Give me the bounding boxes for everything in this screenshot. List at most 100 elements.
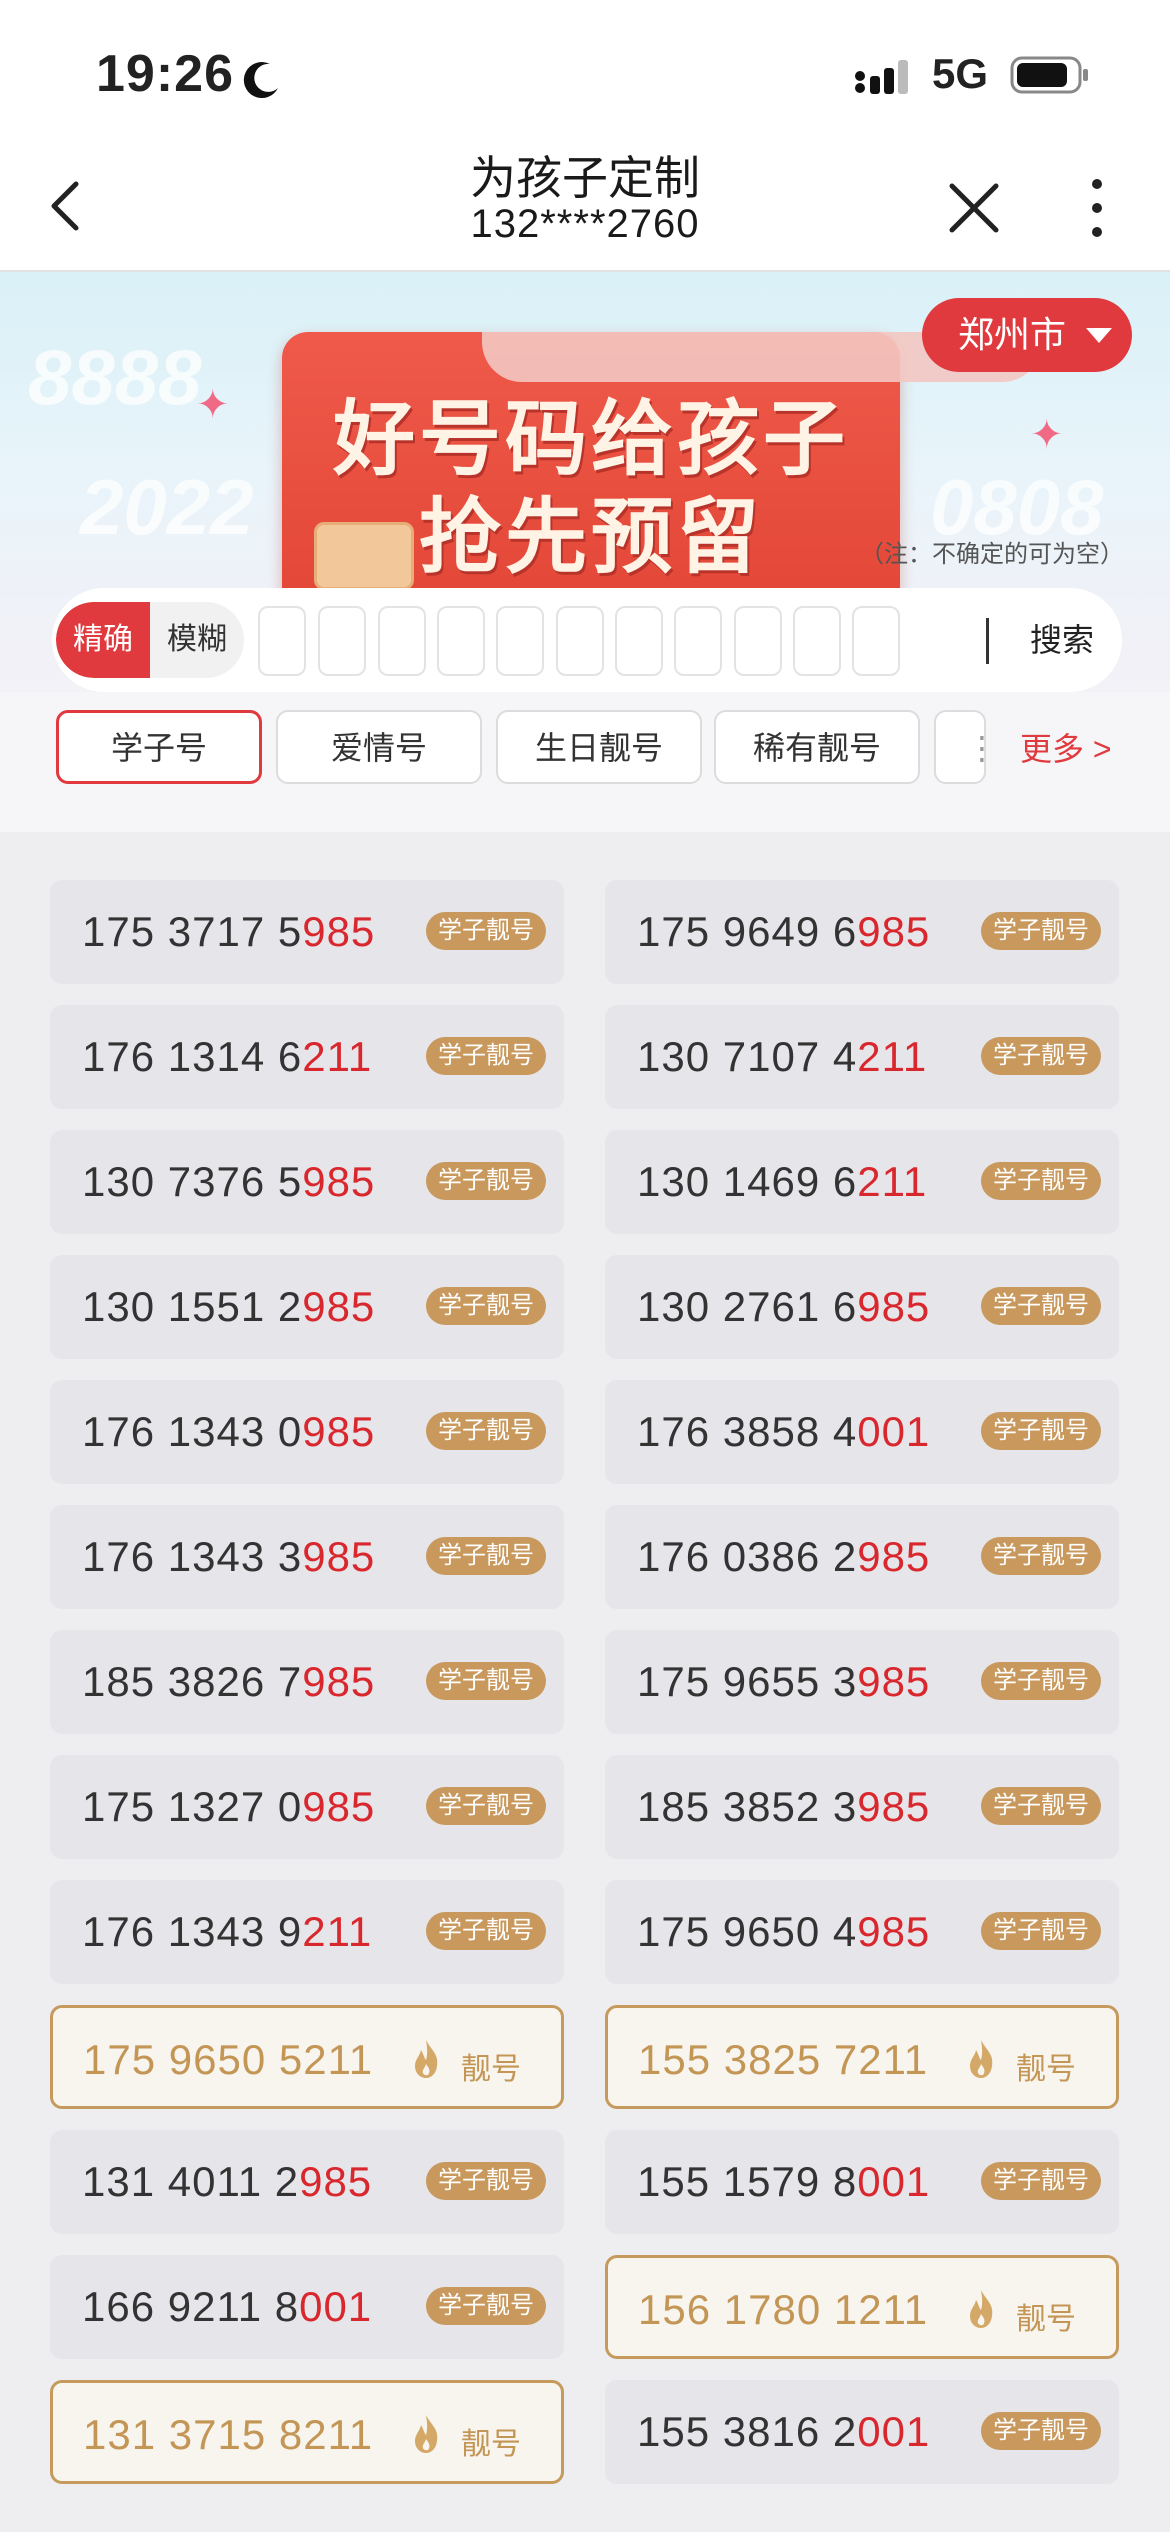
sparkle-icon: ✦ — [1030, 413, 1064, 457]
phone-number: 176 3858 4001 — [637, 1380, 930, 1484]
number-item[interactable]: 176 0386 2985 学子靓号 — [605, 1505, 1119, 1609]
number-highlight: 211 — [857, 1033, 928, 1080]
number-prefix: 175 9655 3 — [637, 1658, 858, 1705]
battery-icon — [1010, 56, 1088, 94]
phone-number: 155 1579 8001 — [637, 2130, 930, 2234]
student-badge: 学子靓号 — [426, 1287, 546, 1325]
flame-icon — [970, 2290, 993, 2328]
number-item[interactable]: 176 1343 3985 学子靓号 — [50, 1505, 564, 1609]
premium-number-item[interactable]: 175 9650 5211 靓号 — [50, 2005, 564, 2109]
digit-input[interactable] — [258, 606, 306, 676]
search-button[interactable]: 搜索 — [1012, 588, 1112, 692]
number-prefix: 175 9650 4 — [637, 1908, 858, 1955]
digit-input[interactable] — [674, 606, 722, 676]
number-item[interactable]: 130 7107 4211 学子靓号 — [605, 1005, 1119, 1109]
phone-number: 131 3715 8211 — [83, 2383, 373, 2487]
sim-chip-icon — [314, 522, 414, 590]
number-highlight: 985 — [299, 2158, 373, 2205]
number-prefix: 155 3825 7211 — [638, 2036, 929, 2083]
moon-icon — [243, 62, 278, 99]
premium-number-item[interactable]: 155 3825 7211 靓号 — [605, 2005, 1119, 2109]
number-item[interactable]: 176 1343 9211 学子靓号 — [50, 1880, 564, 1984]
number-item[interactable]: 130 1469 6211 学子靓号 — [605, 1130, 1119, 1234]
digit-input[interactable] — [496, 606, 544, 676]
status-time: 19:26 — [96, 45, 234, 103]
number-highlight: 985 — [857, 1533, 931, 1580]
search-divider — [986, 618, 989, 664]
number-highlight: 211 — [857, 1158, 928, 1205]
number-highlight: 211 — [302, 1033, 373, 1080]
number-item[interactable]: 175 9650 4985 学子靓号 — [605, 1880, 1119, 1984]
mode-fuzzy-button[interactable]: 模糊 — [150, 602, 244, 678]
premium-number-item[interactable]: 156 1780 1211 靓号 — [605, 2255, 1119, 2359]
number-item[interactable]: 176 3858 4001 学子靓号 — [605, 1380, 1119, 1484]
number-highlight: 985 — [302, 1533, 376, 1580]
number-prefix: 175 9649 6 — [637, 908, 858, 955]
digit-input[interactable] — [793, 606, 841, 676]
premium-tag: 靓号 — [461, 2428, 521, 2461]
more-categories-link[interactable]: 更多 > — [1020, 724, 1112, 770]
sparkle-icon: ✦ — [196, 383, 230, 427]
number-item[interactable]: 175 3717 5985 学子靓号 — [50, 880, 564, 984]
student-badge: 学子靓号 — [426, 2162, 546, 2200]
premium-number-item[interactable]: 131 3715 8211 靓号 — [50, 2380, 564, 2484]
number-item[interactable]: 155 1579 8001 学子靓号 — [605, 2130, 1119, 2234]
number-highlight: 985 — [302, 1158, 376, 1205]
student-badge: 学子靓号 — [981, 1787, 1101, 1825]
tab-birthday[interactable]: 生日靓号 — [496, 710, 702, 784]
digit-input[interactable] — [556, 606, 604, 676]
digit-input[interactable] — [437, 606, 485, 676]
number-prefix: 130 7376 5 — [82, 1158, 303, 1205]
number-prefix: 156 1780 1211 — [638, 2286, 929, 2333]
digit-input[interactable] — [852, 606, 900, 676]
network-type: 5G — [932, 50, 989, 97]
digit-input[interactable] — [318, 606, 366, 676]
phone-number: 185 3826 7985 — [82, 1630, 375, 1734]
number-highlight: 985 — [302, 1283, 376, 1330]
number-prefix: 130 2761 6 — [637, 1283, 858, 1330]
number-item[interactable]: 176 1343 0985 学子靓号 — [50, 1380, 564, 1484]
phone-number: 175 3717 5985 — [82, 880, 375, 984]
student-badge: 学子靓号 — [426, 1037, 546, 1075]
number-item[interactable]: 130 1551 2985 学子靓号 — [50, 1255, 564, 1359]
premium-tag: 靓号 — [1016, 2303, 1076, 2336]
number-highlight: 985 — [302, 908, 376, 955]
number-list: 175 3717 5985 学子靓号 175 9649 6985 学子靓号 176 13… — [0, 832, 1170, 2532]
number-item[interactable]: 185 3852 3985 学子靓号 — [605, 1755, 1119, 1859]
number-item[interactable]: 175 9649 6985 学子靓号 — [605, 880, 1119, 984]
number-item[interactable]: 155 3816 2001 学子靓号 — [605, 2380, 1119, 2484]
banner-bg-number: 8888 — [28, 333, 202, 421]
number-item[interactable]: 130 2761 6985 学子靓号 — [605, 1255, 1119, 1359]
digit-input[interactable] — [378, 606, 426, 676]
number-highlight: 211 — [302, 1908, 373, 1955]
tab-rare[interactable]: 稀有靓号 — [714, 710, 920, 784]
premium-tag: 靓号 — [461, 2053, 521, 2086]
number-highlight: 985 — [302, 1658, 376, 1705]
phone-number: 175 9655 3985 — [637, 1630, 930, 1734]
number-item[interactable]: 175 1327 0985 学子靓号 — [50, 1755, 564, 1859]
digit-input[interactable] — [615, 606, 663, 676]
more-options-icon[interactable] — [1082, 176, 1112, 240]
number-item[interactable]: 175 9655 3985 学子靓号 — [605, 1630, 1119, 1734]
tab-love[interactable]: 爱情号 — [276, 710, 482, 784]
city-label: 郑州市 — [958, 314, 1067, 355]
number-item[interactable]: 185 3826 7985 学子靓号 — [50, 1630, 564, 1734]
number-highlight: 001 — [857, 2158, 931, 2205]
tab-student[interactable]: 学子号 — [56, 710, 262, 784]
number-prefix: 175 3717 5 — [82, 908, 303, 955]
student-badge: 学子靓号 — [426, 912, 546, 950]
close-icon[interactable] — [944, 178, 1004, 238]
mode-exact-button[interactable]: 精确 — [56, 602, 150, 678]
number-highlight: 985 — [302, 1408, 376, 1455]
student-badge: 学子靓号 — [981, 1287, 1101, 1325]
number-item[interactable]: 130 7376 5985 学子靓号 — [50, 1130, 564, 1234]
number-item[interactable]: 166 9211 8001 学子靓号 — [50, 2255, 564, 2359]
city-selector[interactable]: 郑州市 — [922, 298, 1132, 372]
number-item[interactable]: 176 1314 6211 学子靓号 — [50, 1005, 564, 1109]
number-item[interactable]: 131 4011 2985 学子靓号 — [50, 2130, 564, 2234]
number-search-bar: 精确 模糊 搜索 — [52, 588, 1122, 692]
student-badge: 学子靓号 — [981, 1662, 1101, 1700]
digit-input[interactable] — [734, 606, 782, 676]
number-prefix: 130 7107 4 — [637, 1033, 858, 1080]
tab-overflow[interactable]: ⋮ — [934, 710, 986, 784]
